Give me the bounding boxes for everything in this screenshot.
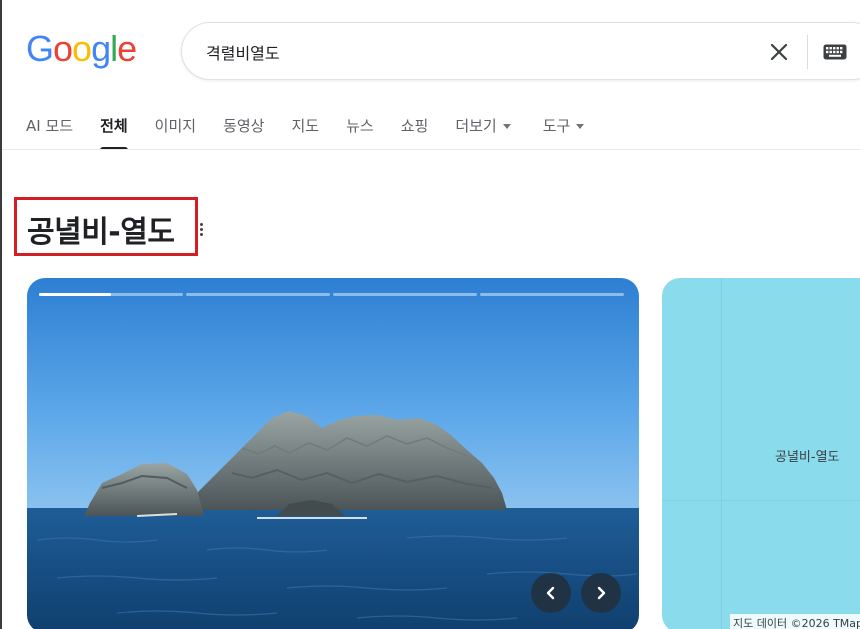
tab-label: 전체 (100, 117, 128, 135)
entity-title: 공녈비-열도 (27, 215, 175, 250)
slide-progress-segment (186, 293, 330, 296)
chevron-left-icon (546, 586, 555, 600)
caret-down-icon (502, 124, 511, 129)
map-attribution: 지도 데이터 ©2026 TMap (730, 614, 860, 629)
tab-label: 쇼핑 (400, 117, 429, 135)
tab-shopping[interactable]: 쇼핑 (401, 115, 429, 151)
clear-search-button[interactable] (766, 39, 792, 65)
tab-images[interactable]: 이미지 (155, 115, 196, 151)
tab-news[interactable]: 뉴스 (346, 115, 374, 151)
keyboard-icon (823, 44, 847, 60)
chevron-right-icon (597, 586, 606, 600)
map-preview[interactable]: 공녈비-열도 지도 데이터 ©2026 TMap (662, 278, 860, 629)
map-grid-line (662, 500, 860, 501)
google-logo[interactable]: Google (26, 28, 137, 70)
slide-progress-segment (39, 293, 183, 296)
search-tabs: AI 모드 전체 이미지 동영상 지도 뉴스 쇼핑 더보기 도구 (26, 115, 611, 151)
tab-videos[interactable]: 동영상 (223, 115, 264, 151)
tab-label: 동영상 (223, 117, 265, 135)
tab-all[interactable]: 전체 (100, 115, 128, 151)
tab-maps[interactable]: 지도 (291, 115, 319, 151)
tab-label: 더보기 (455, 117, 497, 135)
previous-slide-button[interactable] (531, 573, 571, 613)
slide-progress (39, 293, 624, 296)
tab-label: 도구 (542, 117, 571, 135)
logo-letter: e (117, 28, 137, 69)
island-photo[interactable] (27, 278, 639, 629)
logo-letter: g (91, 28, 111, 69)
caret-down-icon (576, 124, 585, 129)
tab-label: 지도 (291, 117, 320, 135)
tab-tools[interactable]: 도구 (543, 115, 585, 151)
search-divider (807, 35, 808, 69)
tabs-divider (2, 149, 860, 150)
logo-letter: G (26, 28, 54, 69)
more-options-button[interactable] (197, 220, 205, 238)
more-vert-icon (199, 227, 203, 231)
tab-label: AI 모드 (26, 117, 74, 135)
more-vert-icon (199, 222, 203, 226)
slide-progress-fill (39, 293, 111, 296)
slide-progress-segment (333, 293, 477, 296)
close-icon (770, 43, 788, 61)
window-edge (0, 0, 2, 629)
more-vert-icon (199, 232, 203, 236)
search-box[interactable] (181, 22, 860, 80)
keyboard-button[interactable] (821, 40, 849, 64)
search-input[interactable] (206, 39, 726, 65)
tab-label: 뉴스 (346, 117, 374, 135)
logo-letter: o (72, 28, 92, 69)
slide-progress-segment (480, 293, 624, 296)
logo-letter: o (53, 28, 73, 69)
tab-ai-mode[interactable]: AI 모드 (26, 115, 73, 151)
tab-label: 이미지 (154, 117, 197, 135)
map-place-label: 공녈비-열도 (775, 450, 840, 465)
next-slide-button[interactable] (581, 573, 621, 613)
logo-letter: l (110, 28, 118, 69)
map-grid-line (721, 278, 722, 629)
tab-more[interactable]: 더보기 (455, 115, 511, 151)
